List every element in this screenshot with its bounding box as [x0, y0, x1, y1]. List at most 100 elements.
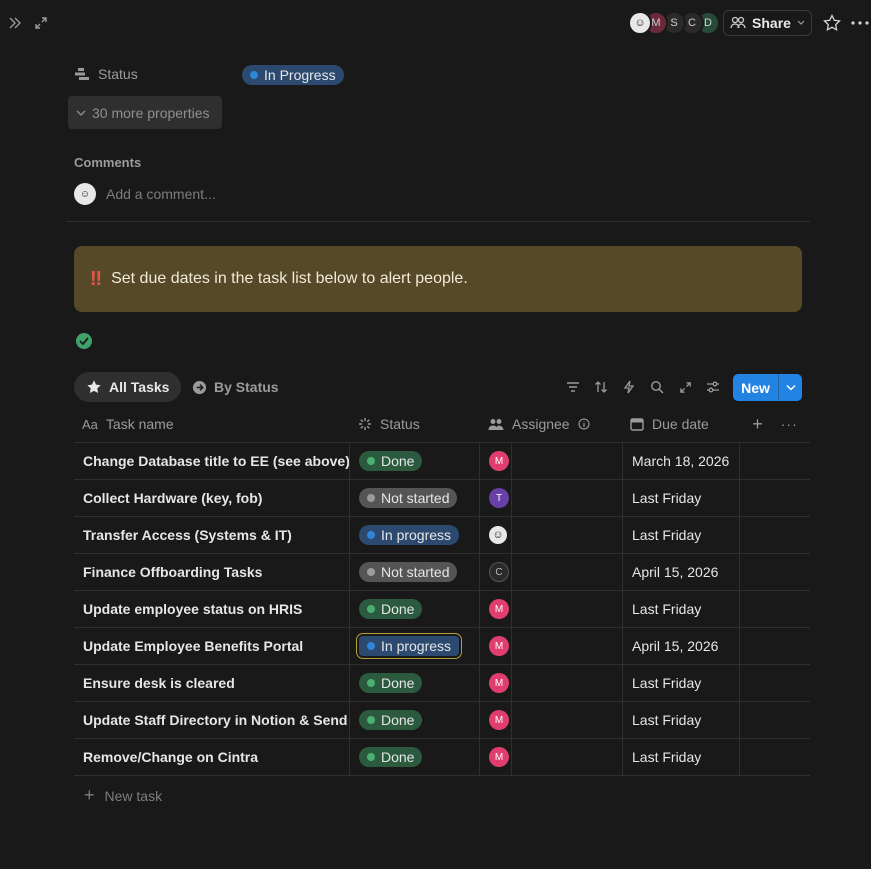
tab-by-status[interactable]: By Status: [180, 372, 291, 402]
add-column-plus-icon[interactable]: +: [752, 414, 763, 435]
expand-sidebar-icon[interactable]: [6, 14, 24, 32]
due-date-cell[interactable]: Last Friday: [622, 739, 740, 775]
chevron-down-icon: [797, 20, 805, 25]
status-text: Done: [381, 601, 415, 617]
tab-all-tasks[interactable]: All Tasks: [74, 372, 182, 402]
search-icon[interactable]: [648, 378, 666, 396]
extra-cell: [740, 517, 810, 553]
expand-icon[interactable]: [676, 378, 694, 396]
task-name-cell[interactable]: Update Staff Directory in Notion & Send: [74, 702, 350, 738]
status-badge: Not started: [359, 488, 458, 508]
status-cell[interactable]: Done: [350, 739, 480, 775]
status-text: In progress: [381, 527, 452, 543]
sort-icon[interactable]: [592, 378, 610, 396]
assignee-cell[interactable]: ☺: [480, 517, 512, 553]
status-badge: In progress: [355, 633, 463, 659]
more-properties-button[interactable]: 30 more properties: [68, 96, 222, 129]
column-label: Status: [380, 416, 420, 432]
table-row[interactable]: Transfer Access (Systems & IT) In progre…: [74, 517, 810, 554]
people-icon: [730, 16, 746, 29]
info-icon[interactable]: [578, 418, 590, 430]
due-date-cell[interactable]: Last Friday: [622, 517, 740, 553]
due-date-cell[interactable]: March 18, 2026: [622, 443, 740, 479]
status-cell[interactable]: Done: [350, 665, 480, 701]
new-button[interactable]: New: [733, 374, 802, 401]
column-header-assignee[interactable]: Assignee: [480, 406, 622, 442]
assignee-cell[interactable]: M: [480, 702, 512, 738]
open-full-page-icon[interactable]: [32, 14, 50, 32]
comments-title: Comments: [74, 155, 142, 170]
due-date-cell[interactable]: Last Friday: [622, 702, 740, 738]
share-label: Share: [752, 15, 791, 31]
automation-lightning-icon[interactable]: [620, 378, 638, 396]
extra-cell: [740, 480, 810, 516]
column-header-task-name[interactable]: Aa Task name: [74, 406, 350, 442]
task-name-cell[interactable]: Finance Offboarding Tasks: [74, 554, 350, 590]
favorite-star-icon[interactable]: [822, 13, 842, 33]
task-name-cell[interactable]: Collect Hardware (key, fob): [74, 480, 350, 516]
more-options-icon[interactable]: [850, 13, 870, 33]
column-header-status[interactable]: Status: [350, 406, 480, 442]
status-property-value[interactable]: In Progress: [242, 65, 344, 85]
status-cell[interactable]: Done: [350, 443, 480, 479]
task-table: Aa Task name Status Assignee Due date + …: [74, 406, 810, 776]
table-row[interactable]: Update Employee Benefits Portal In progr…: [74, 628, 810, 665]
status-cell[interactable]: In progress: [350, 628, 480, 664]
status-cell[interactable]: In progress: [350, 517, 480, 553]
table-row[interactable]: Update employee status on HRIS Done M La…: [74, 591, 810, 628]
tab-label: By Status: [214, 379, 279, 395]
task-name-cell[interactable]: Update Employee Benefits Portal: [74, 628, 350, 664]
due-date-cell[interactable]: Last Friday: [622, 480, 740, 516]
due-date-cell[interactable]: Last Friday: [622, 665, 740, 701]
comment-input[interactable]: ☺ Add a comment...: [74, 183, 216, 205]
status-cell[interactable]: Done: [350, 702, 480, 738]
column-actions: + ···: [740, 406, 810, 442]
task-name-cell[interactable]: Update employee status on HRIS: [74, 591, 350, 627]
callout: ‼ Set due dates in the task list below t…: [74, 246, 802, 312]
share-button[interactable]: Share: [723, 10, 812, 36]
collaborator-avatars[interactable]: ☺ M S C D: [628, 11, 720, 35]
new-button-label: New: [741, 379, 770, 396]
status-badge: Done: [359, 710, 423, 730]
column-header-due-date[interactable]: Due date: [622, 406, 740, 442]
status-cell[interactable]: Done: [350, 591, 480, 627]
due-date-cell[interactable]: April 15, 2026: [622, 628, 740, 664]
task-name-cell[interactable]: Ensure desk is cleared: [74, 665, 350, 701]
new-task-button[interactable]: + New task: [84, 785, 162, 806]
extra-cell: [740, 702, 810, 738]
table-row[interactable]: Ensure desk is cleared Done M Last Frida…: [74, 665, 810, 702]
assignee-cell[interactable]: C: [480, 554, 512, 590]
filter-icon[interactable]: [564, 378, 582, 396]
assignee-cell[interactable]: M: [480, 591, 512, 627]
assignee-cell[interactable]: M: [480, 665, 512, 701]
assignee-cell[interactable]: T: [480, 480, 512, 516]
table-row[interactable]: Update Staff Directory in Notion & Send …: [74, 702, 810, 739]
assignee-cell[interactable]: M: [480, 739, 512, 775]
table-row[interactable]: Collect Hardware (key, fob) Not started …: [74, 480, 810, 517]
assignee-cell[interactable]: M: [480, 628, 512, 664]
view-settings-icon[interactable]: [704, 378, 722, 396]
avatar: M: [489, 451, 509, 471]
divider: [66, 221, 810, 222]
status-icon: [75, 68, 89, 80]
task-name-cell[interactable]: Transfer Access (Systems & IT): [74, 517, 350, 553]
due-date-cell[interactable]: April 15, 2026: [622, 554, 740, 590]
table-row[interactable]: Remove/Change on Cintra Done M Last Frid…: [74, 739, 810, 776]
task-name-cell[interactable]: Remove/Change on Cintra: [74, 739, 350, 775]
column-more-icon[interactable]: ···: [781, 416, 798, 432]
status-text: Done: [381, 712, 415, 728]
status-cell[interactable]: Not started: [350, 480, 480, 516]
table-row[interactable]: Finance Offboarding Tasks Not started C …: [74, 554, 810, 591]
assignee-cell[interactable]: M: [480, 443, 512, 479]
text-property-icon: Aa: [82, 416, 98, 432]
chevron-down-icon[interactable]: [779, 384, 802, 391]
table-row[interactable]: Change Database title to EE (see above) …: [74, 443, 810, 480]
avatar: ☺: [489, 526, 507, 544]
due-date-cell[interactable]: Last Friday: [622, 591, 740, 627]
status-cell[interactable]: Not started: [350, 554, 480, 590]
task-name-cell[interactable]: Change Database title to EE (see above): [74, 443, 350, 479]
more-properties-label: 30 more properties: [92, 104, 210, 121]
